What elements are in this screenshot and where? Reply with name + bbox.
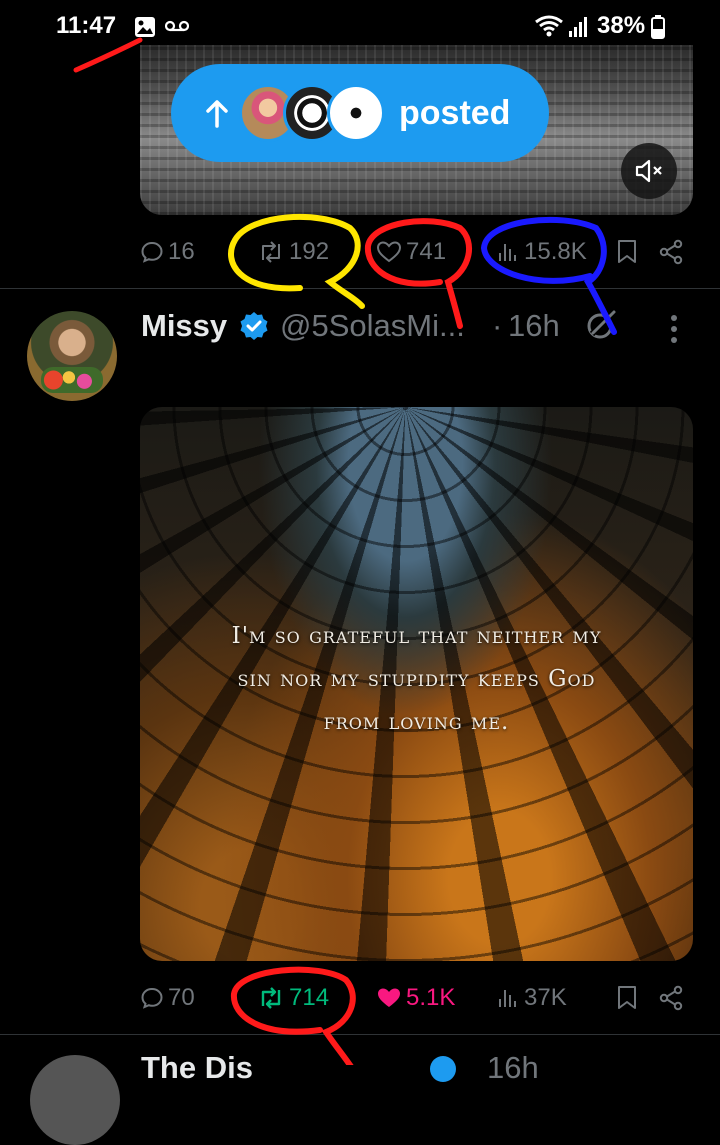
repost-button[interactable]: 714 [257,978,329,1018]
grok-icon[interactable] [584,308,618,342]
next-post-time[interactable]: 16h [487,1050,539,1086]
signal-icon [569,17,587,37]
mute-button[interactable] [621,143,677,199]
pill-label: posted [399,93,511,132]
quote-line: sin nor my stupidity keeps God [237,666,596,692]
share-button[interactable] [658,978,684,1018]
bookmark-icon [618,240,636,263]
reply-icon [141,987,163,1009]
views-button[interactable]: 37K [496,978,567,1018]
views-button[interactable]: 15.8K [496,232,587,272]
views-chart-icon [499,244,516,261]
arrow-up-icon [206,100,228,128]
reply-button[interactable]: 16 [140,232,195,272]
heart-filled-icon [378,988,400,1007]
next-author-name[interactable]: The Dis [141,1050,253,1086]
reply-count: 16 [168,238,195,265]
status-time: 11:47 [56,12,117,39]
bookmark-button[interactable] [616,232,638,272]
verified-badge-icon [240,312,268,340]
reply-count: 70 [168,984,195,1011]
quote-line: from loving me. [323,709,510,735]
pill-avatars [239,84,385,142]
new-posts-pill[interactable]: posted [171,64,549,162]
post-actions: 70 714 5.1K 37K [140,978,693,1018]
repost-count: 192 [289,238,330,265]
battery-icon [651,15,665,39]
wifi-icon [535,15,563,37]
meta-separator: · [492,308,503,343]
annotation-mark [73,37,143,73]
verified-badge-icon [430,1056,456,1082]
repost-button[interactable]: 192 [257,232,329,272]
views-count: 37K [524,984,567,1011]
like-count: 5.1K [406,984,456,1011]
quote-line: I'm so grateful that neither my [231,623,602,649]
image-quote: I'm so grateful that neither my sin nor … [140,615,693,744]
like-button[interactable]: 741 [376,232,446,272]
voicemail-icon [165,20,189,32]
repost-count: 714 [289,984,330,1011]
battery-percent: 38% [597,12,646,39]
avatar [327,84,385,142]
share-button[interactable] [658,232,684,272]
author-name[interactable]: Missy [141,308,227,344]
author-avatar[interactable] [27,311,117,401]
more-options-icon[interactable] [668,314,680,344]
post-divider [0,1034,720,1035]
bookmark-icon [618,986,636,1009]
views-count: 15.8K [524,238,587,265]
repost-icon [262,241,280,263]
author-handle[interactable]: @5SolasMi... [280,308,465,344]
like-button[interactable]: 5.1K [376,978,455,1018]
heart-icon [376,241,402,263]
reply-icon [141,241,163,263]
views-chart-icon [499,990,516,1007]
repost-icon [261,987,281,1009]
share-icon [659,985,683,1011]
image-notification-icon [135,17,155,37]
next-author-avatar[interactable] [30,1055,120,1145]
post-divider [0,288,720,289]
bookmark-button[interactable] [616,978,638,1018]
share-icon [659,239,683,265]
prev-post-actions: 16 192 741 15.8K [140,232,693,272]
post-time[interactable]: 16h [508,308,560,344]
like-count: 741 [406,238,447,265]
reply-button[interactable]: 70 [140,978,195,1018]
speaker-muted-icon [635,159,662,183]
post-image[interactable]: I'm so grateful that neither my sin nor … [140,407,693,961]
